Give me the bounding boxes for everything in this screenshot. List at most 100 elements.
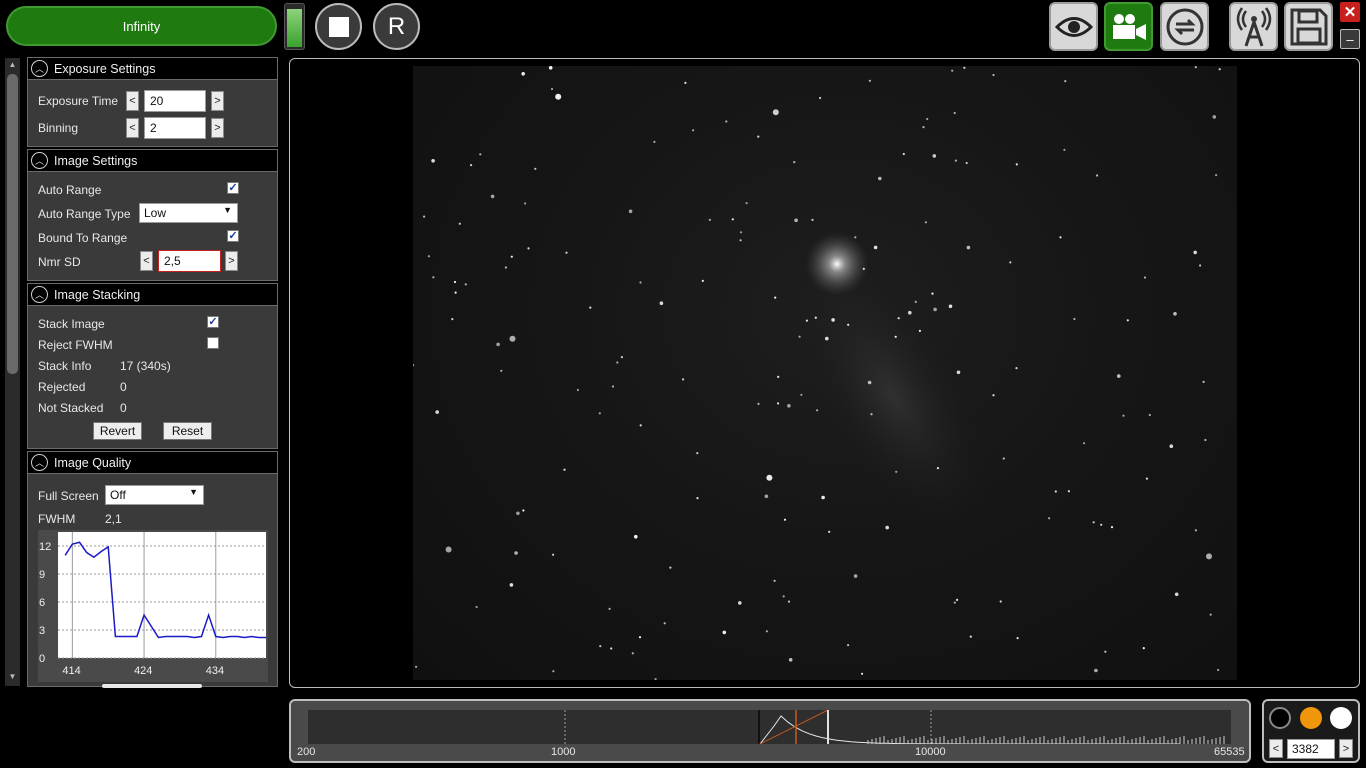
- close-button[interactable]: ✕: [1340, 2, 1360, 22]
- exposure-settings-title: Exposure Settings: [54, 61, 156, 76]
- scroll-down-icon[interactable]: ▼: [5, 672, 20, 684]
- star: [464, 283, 467, 286]
- star: [777, 402, 780, 405]
- color-value-input[interactable]: 3382: [1287, 739, 1335, 759]
- chevron-up-icon[interactable]: ︿: [31, 152, 48, 169]
- star: [1054, 490, 1057, 493]
- star-field-image[interactable]: [413, 66, 1237, 680]
- star: [902, 152, 905, 156]
- binning-decrement[interactable]: <: [126, 118, 139, 138]
- broadcast-button[interactable]: [1229, 2, 1278, 51]
- binning-increment[interactable]: >: [211, 118, 224, 138]
- star: [878, 176, 882, 181]
- star: [458, 222, 461, 225]
- scrollbar-thumb[interactable]: [7, 74, 18, 374]
- star: [516, 511, 520, 516]
- star: [1100, 523, 1103, 526]
- full-screen-select[interactable]: Off ▼: [105, 485, 204, 505]
- star: [1212, 115, 1217, 119]
- nmr-sd-input[interactable]: 2,5: [158, 250, 221, 272]
- star: [701, 279, 704, 282]
- nmr-sd-increment[interactable]: >: [225, 251, 238, 271]
- image-settings-header[interactable]: ︿ Image Settings: [28, 150, 277, 172]
- histogram-label-10000: 10000: [915, 746, 946, 758]
- star: [639, 424, 642, 427]
- infinity-button[interactable]: Infinity: [6, 6, 277, 46]
- minimize-button[interactable]: –: [1340, 29, 1360, 49]
- orange-channel-dot[interactable]: [1300, 707, 1322, 729]
- star: [782, 595, 785, 598]
- rejected-value: 0: [120, 380, 127, 394]
- full-screen-value: Off: [110, 488, 126, 502]
- nmr-sd-decrement[interactable]: <: [140, 251, 153, 271]
- histogram-plot[interactable]: [308, 709, 1231, 745]
- view-button[interactable]: [1049, 2, 1098, 51]
- bound-to-range-checkbox[interactable]: ✓: [227, 230, 239, 242]
- chevron-up-icon[interactable]: ︿: [31, 286, 48, 303]
- star: [1193, 250, 1197, 255]
- star: [1217, 668, 1220, 672]
- star: [696, 452, 699, 455]
- scroll-up-icon[interactable]: ▲: [5, 60, 20, 72]
- eye-icon: [1054, 16, 1093, 37]
- star: [897, 317, 900, 320]
- revert-button[interactable]: Revert: [93, 422, 142, 440]
- histogram-label-max: 65535: [1214, 746, 1245, 758]
- auto-range-type-select[interactable]: Low ▼: [139, 203, 238, 223]
- loop-button[interactable]: [1160, 2, 1209, 51]
- chevron-up-icon[interactable]: ︿: [31, 454, 48, 471]
- star: [948, 304, 953, 309]
- star: [918, 329, 921, 332]
- star: [757, 402, 760, 405]
- settings-scrollbar[interactable]: ▲ ▼: [5, 58, 20, 686]
- capture-button[interactable]: [1104, 2, 1153, 51]
- save-button[interactable]: [1284, 2, 1333, 51]
- star: [931, 292, 934, 295]
- star: [475, 605, 478, 609]
- loop-icon: [1166, 8, 1203, 45]
- bound-to-range-label: Bound To Range: [38, 231, 128, 245]
- black-channel-dot[interactable]: [1269, 707, 1291, 729]
- exposure-time-decrement[interactable]: <: [126, 91, 139, 111]
- auto-range-type-value: Low: [144, 206, 167, 220]
- exposure-time-increment[interactable]: >: [211, 91, 224, 111]
- star: [873, 245, 878, 250]
- star: [445, 546, 452, 553]
- star: [1016, 637, 1019, 640]
- star: [550, 87, 554, 91]
- star: [1204, 438, 1207, 442]
- histogram-curve: [759, 715, 1180, 745]
- stack-info-label: Stack Info: [38, 359, 92, 373]
- binning-input[interactable]: 2: [144, 117, 206, 139]
- image-quality-header[interactable]: ︿ Image Quality: [28, 452, 277, 474]
- value-decrement[interactable]: <: [1269, 739, 1283, 758]
- stop-button[interactable]: [315, 3, 362, 50]
- chevron-up-icon[interactable]: ︿: [31, 60, 48, 77]
- star: [552, 670, 555, 673]
- white-channel-dot[interactable]: [1330, 707, 1352, 729]
- star: [773, 579, 776, 582]
- star: [524, 202, 527, 205]
- star: [565, 251, 568, 254]
- star: [1117, 374, 1121, 378]
- star: [816, 409, 819, 412]
- stack-image-checkbox[interactable]: ✓: [207, 316, 219, 328]
- reject-fwhm-checkbox[interactable]: [207, 337, 219, 349]
- exposure-settings-header[interactable]: ︿ Exposure Settings: [28, 58, 277, 80]
- chart-y-tick-label: 12: [39, 541, 51, 553]
- auto-range-checkbox[interactable]: ✓: [227, 182, 239, 194]
- reset-stack-button[interactable]: Reset: [163, 422, 212, 440]
- rejected-label: Rejected: [38, 380, 86, 394]
- star: [1073, 317, 1076, 321]
- reset-round-button[interactable]: R: [373, 3, 420, 50]
- stack-image-label: Stack Image: [38, 317, 105, 331]
- star: [821, 495, 825, 500]
- star: [610, 647, 613, 650]
- exposure-time-input[interactable]: 20: [144, 90, 206, 112]
- image-stacking-header[interactable]: ︿ Image Stacking: [28, 284, 277, 306]
- star: [708, 218, 711, 221]
- star: [510, 255, 513, 258]
- value-increment[interactable]: >: [1339, 739, 1353, 758]
- star: [1067, 490, 1070, 493]
- star: [634, 534, 638, 539]
